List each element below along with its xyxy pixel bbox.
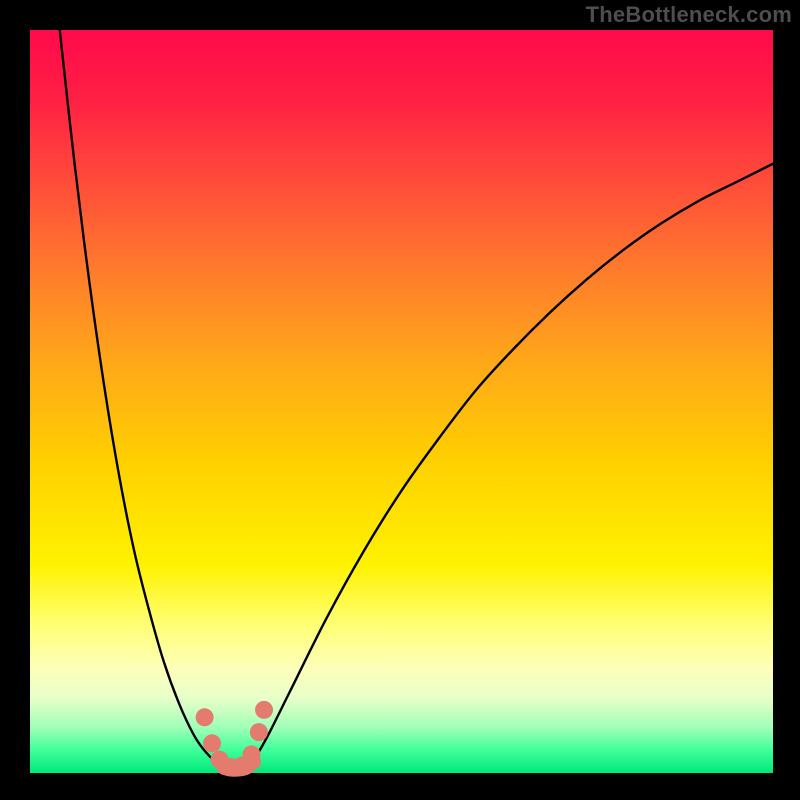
curves-group	[60, 30, 773, 769]
marker-dot	[196, 708, 214, 726]
plot-area	[30, 30, 773, 773]
marker-dot	[203, 734, 221, 752]
curve-left-curve	[60, 30, 225, 767]
marker-dot	[250, 723, 268, 741]
chart-svg	[30, 30, 773, 773]
marker-dot	[242, 745, 260, 763]
curve-right-curve	[253, 164, 773, 762]
chart-frame: TheBottleneck.com	[0, 0, 800, 800]
watermark-text: TheBottleneck.com	[586, 2, 792, 28]
markers-group	[196, 701, 273, 776]
marker-dot	[255, 701, 273, 719]
